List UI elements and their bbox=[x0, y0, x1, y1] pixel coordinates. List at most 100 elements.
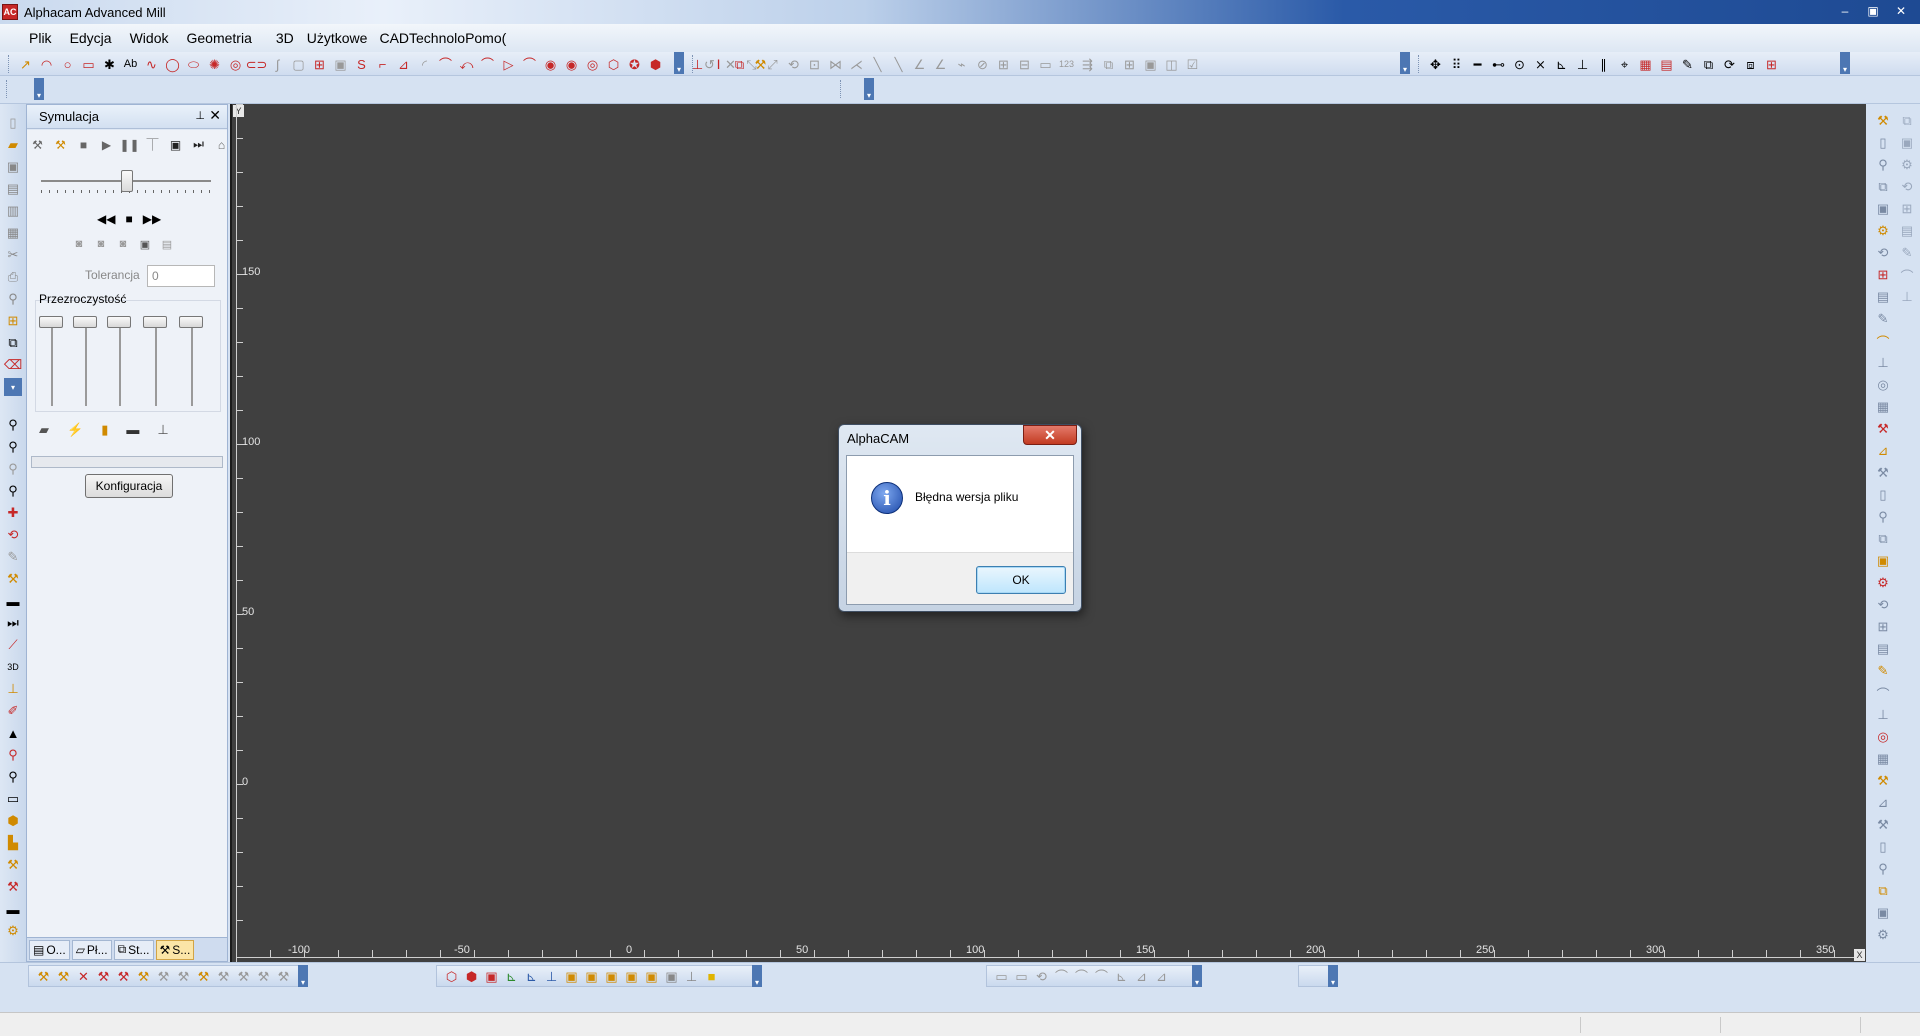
ruler-icon[interactable]: ▬ bbox=[4, 592, 22, 610]
right-tool-icon[interactable]: ⚲ bbox=[1874, 860, 1892, 878]
monitor-icon[interactable]: ▭ bbox=[4, 790, 22, 808]
toolbar-dropdown-2[interactable]: ▾ bbox=[1400, 52, 1410, 74]
left-dropdown-icon[interactable]: ▾ bbox=[4, 378, 22, 396]
surface9-icon[interactable]: ⊿ bbox=[1153, 968, 1170, 985]
circle2-icon[interactable]: ◯ bbox=[164, 56, 181, 73]
point-icon[interactable]: ✱ bbox=[101, 56, 118, 73]
menu-cadtechnologia[interactable]: CADTechnolo bbox=[371, 30, 465, 46]
tool-holder-icon[interactable]: ⏉ bbox=[144, 136, 161, 153]
right-tool-icon[interactable]: ⚒ bbox=[1874, 420, 1892, 438]
right-tool-icon[interactable]: ◎ bbox=[1874, 376, 1892, 394]
right-tool-icon[interactable]: ◎ bbox=[1874, 728, 1892, 746]
line-snap-icon[interactable]: ━ bbox=[1469, 56, 1486, 73]
contour-icon[interactable]: ⚒ bbox=[95, 968, 112, 985]
mill-icon[interactable]: ⚒ bbox=[255, 968, 272, 985]
surface2-icon[interactable]: ▭ bbox=[1013, 968, 1030, 985]
toolbar-grip[interactable] bbox=[8, 55, 11, 73]
tool-select-icon[interactable]: ⚒ bbox=[4, 570, 22, 588]
chamfer-icon[interactable]: ⌒ bbox=[437, 56, 454, 73]
right-tool-icon[interactable]: ⚙ bbox=[1898, 156, 1916, 174]
right-tool-icon[interactable]: ⧉ bbox=[1874, 178, 1892, 196]
bore-icon[interactable]: ⚒ bbox=[275, 968, 292, 985]
undo-icon[interactable]: ↺ bbox=[701, 56, 718, 73]
right-tool-icon[interactable]: ⊿ bbox=[1874, 442, 1892, 460]
parallel-icon[interactable]: ∥ bbox=[1595, 56, 1612, 73]
right-tool-icon[interactable]: ⚒ bbox=[1874, 464, 1892, 482]
cut-icon[interactable]: ✂ bbox=[4, 246, 22, 264]
camera-icon[interactable]: ◙ bbox=[71, 237, 87, 251]
star-icon[interactable]: ✪ bbox=[626, 56, 643, 73]
clear-icon[interactable]: ⌫ bbox=[4, 356, 22, 374]
intersect-icon[interactable]: ⨯ bbox=[1532, 56, 1549, 73]
toolbar-grip[interactable] bbox=[6, 80, 9, 98]
tangent-icon[interactable]: ⊾ bbox=[1553, 56, 1570, 73]
load-state-icon[interactable]: ▤ bbox=[159, 237, 175, 251]
right-tool-icon[interactable]: ⟲ bbox=[1874, 244, 1892, 262]
right-tool-icon[interactable]: ✎ bbox=[1874, 310, 1892, 328]
ellipse-icon[interactable]: ⬭ bbox=[185, 56, 202, 73]
right-tool-icon[interactable]: ▯ bbox=[1874, 486, 1892, 504]
table-icon[interactable]: ▦ bbox=[1637, 56, 1654, 73]
sim-tool-2-icon[interactable]: ⚒ bbox=[52, 136, 69, 153]
view-iso-icon[interactable]: ⬢ bbox=[463, 968, 480, 985]
right-tool-icon[interactable]: ⊥ bbox=[1898, 288, 1916, 306]
close-panel-icon[interactable]: ✕ bbox=[209, 107, 221, 124]
step-forward-icon[interactable]: ⏭ bbox=[190, 136, 207, 153]
view-front-icon[interactable]: ▣ bbox=[583, 968, 600, 985]
sim-options-icon[interactable]: ⌂ bbox=[213, 136, 230, 153]
menu-edycja[interactable]: Edycja bbox=[61, 30, 121, 46]
step-icon[interactable]: ⏭ bbox=[4, 614, 22, 632]
toolbar-dropdown-4[interactable]: ▾ bbox=[34, 78, 44, 100]
delete-op-icon[interactable]: ✕ bbox=[75, 968, 92, 985]
three-d-icon[interactable]: 3D bbox=[4, 658, 22, 676]
view-xy-icon[interactable]: ⊾ bbox=[523, 968, 540, 985]
menu-plik[interactable]: Plik bbox=[20, 30, 61, 46]
operations-icon[interactable]: ⚒ bbox=[4, 878, 22, 896]
menu-geometria[interactable]: Geometria bbox=[178, 30, 261, 46]
transparency-slider-4[interactable] bbox=[143, 316, 169, 406]
rotate-icon[interactable]: ⟲ bbox=[785, 56, 802, 73]
text-icon[interactable]: Ab bbox=[122, 56, 139, 73]
surface3-icon[interactable]: ⟲ bbox=[1033, 968, 1050, 985]
right-tool-icon[interactable]: ⊞ bbox=[1874, 618, 1892, 636]
view-right-icon[interactable]: ▣ bbox=[603, 968, 620, 985]
order-icon[interactable]: ⇶ bbox=[1079, 56, 1096, 73]
delete-icon[interactable]: ✕ bbox=[722, 56, 739, 73]
bottom-dropdown-4[interactable]: ▾ bbox=[1328, 965, 1338, 987]
s-curve-icon[interactable]: S bbox=[353, 56, 370, 73]
refresh-icon[interactable]: ⟳ bbox=[1721, 56, 1738, 73]
view-axes-icon[interactable]: ⊾ bbox=[503, 968, 520, 985]
surface8-icon[interactable]: ⊿ bbox=[1133, 968, 1150, 985]
extend-icon[interactable]: ▷ bbox=[500, 56, 517, 73]
select-icon[interactable]: ↗ bbox=[17, 56, 34, 73]
angle-icon[interactable]: ∠ bbox=[911, 56, 928, 73]
menu-pomoc[interactable]: Pomo( bbox=[465, 30, 506, 46]
grid-snap-icon[interactable]: ⠿ bbox=[1448, 56, 1465, 73]
scale-icon[interactable]: ⊡ bbox=[806, 56, 823, 73]
right-tool-icon[interactable]: ⚲ bbox=[1874, 508, 1892, 526]
menu-widok[interactable]: Widok bbox=[121, 30, 178, 46]
right-tool-icon[interactable]: ▦ bbox=[1874, 398, 1892, 416]
image-icon[interactable]: ▲ bbox=[4, 724, 22, 742]
line2-icon[interactable]: ╲ bbox=[890, 56, 907, 73]
surface6-icon[interactable]: ⌒ bbox=[1093, 968, 1110, 985]
export-icon[interactable]: ▦ bbox=[4, 224, 22, 242]
sim-tool-1-icon[interactable]: ⚒ bbox=[29, 136, 46, 153]
right-tool-icon[interactable]: ⊞ bbox=[1898, 200, 1916, 218]
number-icon[interactable]: 123 bbox=[1058, 56, 1075, 73]
offset-icon[interactable]: ⤺ bbox=[458, 56, 475, 73]
layers-stack-icon[interactable]: ⧉ bbox=[4, 334, 22, 352]
view-top-icon[interactable]: ▣ bbox=[563, 968, 580, 985]
polyline-icon[interactable]: ⌐ bbox=[374, 56, 391, 73]
right-tool-icon[interactable]: ▯ bbox=[1874, 134, 1892, 152]
zoom-icon[interactable]: ⚲ bbox=[4, 290, 22, 308]
tool-list-icon[interactable]: ⚒ bbox=[215, 968, 232, 985]
target2-icon[interactable]: ◉ bbox=[563, 56, 580, 73]
rectangle-icon[interactable]: ▭ bbox=[80, 56, 97, 73]
right-tool-icon[interactable]: ⟲ bbox=[1874, 596, 1892, 614]
camera2-icon[interactable]: ◙ bbox=[93, 237, 109, 251]
right-tool-icon[interactable]: ⊥ bbox=[1874, 354, 1892, 372]
right-tool-icon[interactable]: ⧉ bbox=[1874, 882, 1892, 900]
perpendicular-icon[interactable]: ⊥ bbox=[1574, 56, 1591, 73]
view-box-icon[interactable]: ▣ bbox=[483, 968, 500, 985]
